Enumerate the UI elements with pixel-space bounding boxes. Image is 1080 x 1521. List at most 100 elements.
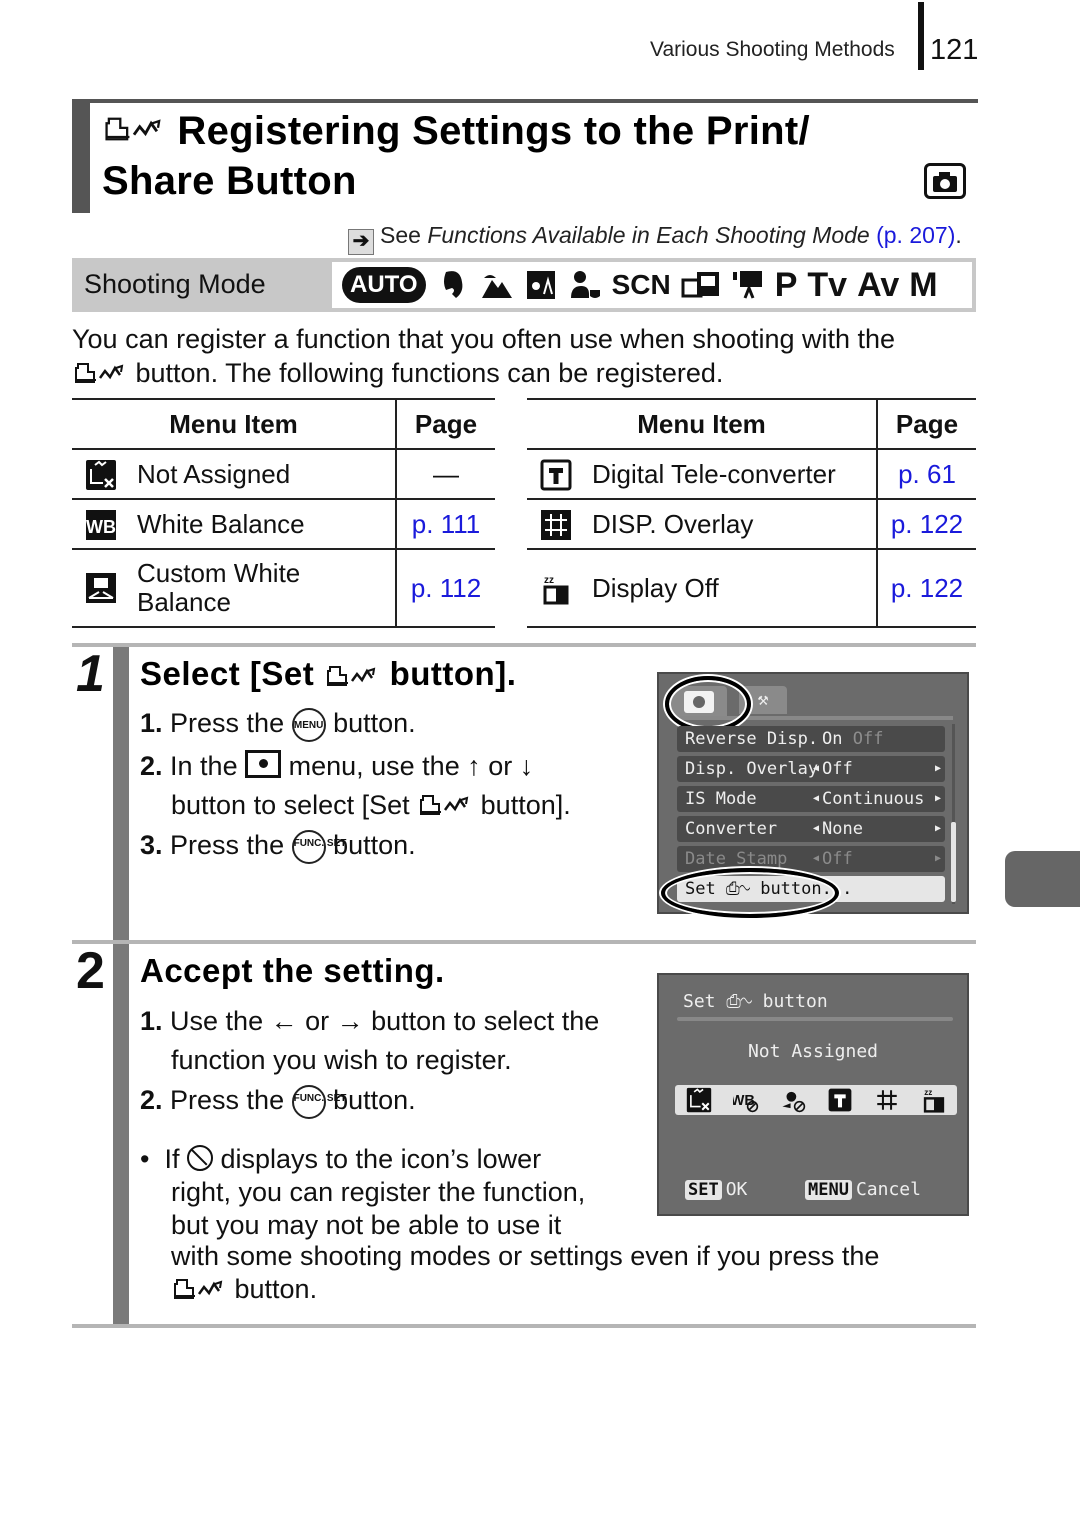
step-bar [113,944,129,1325]
functions-table-right: Menu Item Page Digital Tele-converter p.… [527,398,976,628]
functions-table-left: Menu Item Page Not Assigned — WB White Ba… [72,398,495,628]
menu-row: Reverse Disp. On Off [677,726,945,752]
digital-tele-converter-icon [540,459,572,491]
step-title: Accept the setting. [140,952,445,989]
highlight-circle [665,676,751,732]
print-share-icon [102,114,166,144]
svg-text:WB: WB [86,517,116,537]
page-title-text: Registering Settings to the Print/ Share… [102,109,810,203]
down-arrow-icon: ↓ [519,751,534,781]
table-row: WB White Balance p. 111 [72,499,495,550]
left-arrow-icon: ← [270,1006,298,1036]
not-assigned-icon [86,459,116,490]
column-header-page: Page [876,398,976,450]
page-number: 121 [930,34,979,66]
display-off-icon: zz [543,575,569,605]
landscape-mode-icon [481,275,512,298]
step-instruction: 2. Press the FUNC. SET button. [140,1085,416,1119]
menu-row: Converter ◀ None ▶ [677,816,945,842]
disp-overlay-icon [876,1090,897,1110]
table-row: Custom White Balance p. 112 [72,549,495,628]
column-header-menu-item: Menu Item [527,398,877,450]
page-link[interactable]: p. 122 [876,549,976,628]
step-title: Select [Set button]. [140,655,517,692]
menu-row: IS Mode ◀ Continuous ▶ [677,786,945,812]
movie-mode-icon [732,271,762,299]
step-instruction: 1. Use the ← or → button to select the [140,1006,600,1036]
header-rule [918,2,924,70]
step-bar [113,647,129,941]
cancel-hint: MENU Cancel [805,1179,921,1200]
prohibited-icon [186,1145,213,1171]
stitch-assist-mode-icon [681,272,719,298]
table-row: zz Display Off p. 122 [527,549,976,628]
page-link[interactable]: p. 61 [876,449,976,500]
menu-button-icon: MENU [291,708,326,742]
table-row: Not Assigned — [72,449,495,500]
title-bar [72,99,90,213]
step-instruction-continued: function you wish to register. [171,1045,512,1075]
menu-key-icon: MENU [805,1180,852,1200]
screen-title: Set ⎙∿ button [683,991,828,1012]
table-row: Digital Tele-converter p. 61 [527,449,976,500]
running-head: Various Shooting Methods [650,38,895,61]
func-set-button-icon: FUNC. SET [291,1085,346,1119]
custom-white-balance-icon [86,573,116,603]
step-instruction: 3. Press the FUNC. SET button. [140,830,416,864]
function-icon-strip: WB zz [675,1085,957,1115]
note-text: button. [171,1273,317,1306]
right-arrow-icon: → [336,1006,364,1036]
page-link[interactable]: (p. 207) [876,222,955,248]
page-title: Registering Settings to the Print/ Share… [102,106,922,206]
white-balance-icon: WB [86,509,116,540]
print-share-icon [417,792,473,818]
section-end-divider [72,1324,976,1328]
kids-and-pets-mode-icon [570,271,600,298]
svg-text:zz: zz [544,575,554,586]
program-mode-icon: P [774,266,798,304]
current-selection: Not Assigned [747,1041,879,1062]
set-key-icon: SET [685,1180,722,1200]
note-text: with some shooting modes or settings eve… [171,1241,880,1271]
camera-menu-screenshot: ⚒ Reverse Disp. On Off Disp. Overlay ◀ Off ▶… [657,672,969,918]
table-row: DISP. Overlay p. 122 [527,499,976,550]
arrow-right-icon: ➔ [348,229,374,255]
tv-mode-icon: Tv [807,266,848,304]
night-snapshot-mode-icon [526,271,555,299]
portrait-mode-icon [443,271,462,298]
camera-icon [924,163,966,199]
step-instruction: 1. Press the MENU button. [140,708,416,742]
step-number: 2 [76,942,105,1000]
shooting-menu-icon [245,750,282,778]
set-button-screenshot: Set ⎙∿ button Not Assigned WB zz SET OK M… [657,973,969,1216]
note-bullet: • If displays to the icon’s lower [140,1144,542,1174]
auto-mode-icon: AUTO [342,267,426,303]
page-link[interactable]: p. 111 [395,499,495,550]
menu-row: Disp. Overlay ◀ Off ▶ [677,756,945,782]
manual-mode-icon: M [909,266,938,304]
scene-mode-icon: SCN [611,269,671,300]
chapter-thumb-tab [1005,851,1080,907]
intro-paragraph: You can register a function that you oft… [72,324,896,388]
white-balance-icon: WB [733,1093,758,1113]
step-number: 1 [76,645,105,703]
func-set-button-icon: FUNC. SET [291,830,346,864]
note-text: right, you can register the function, [171,1177,586,1207]
see-also: ➔ See Functions Available in Each Shootin… [348,222,962,255]
step-instruction: 2. In the menu, use the ↑ or ↓ [140,750,534,781]
digital-tele-converter-icon [828,1088,851,1112]
custom-white-balance-icon [781,1091,805,1113]
shooting-mode-label: Shooting Mode [84,269,266,299]
title-rule [72,99,978,103]
step-divider [72,940,976,944]
shooting-mode-icons: AUTO SCN P Tv Av M [332,262,972,308]
page-link[interactable]: p. 112 [395,549,495,628]
print-share-icon [72,360,128,386]
display-off-icon: zz [923,1088,944,1113]
page-link[interactable]: p. 122 [876,499,976,550]
print-share-icon [171,1276,227,1302]
disp-overlay-icon [541,509,571,540]
av-mode-icon: Av [857,266,900,304]
step-instruction-continued: button to select [Set button]. [171,790,571,820]
svg-text:zz: zz [924,1088,932,1097]
